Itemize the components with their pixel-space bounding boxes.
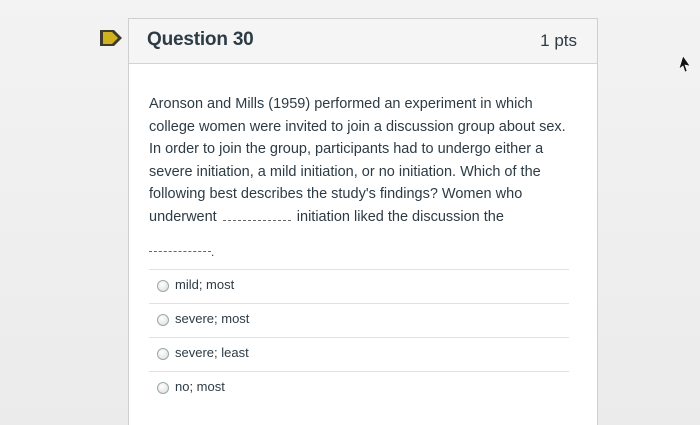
question-text-line: college women were invited to join a dis… xyxy=(149,118,566,135)
fill-blank xyxy=(149,251,211,252)
fill-blank xyxy=(222,208,291,221)
question-points: 1 pts xyxy=(540,31,577,50)
radio-button[interactable] xyxy=(157,348,169,360)
question-text: Aronson and Mills (1959) performed an ex… xyxy=(149,93,579,228)
answer-label[interactable]: no; most xyxy=(175,379,225,394)
flag-icon[interactable] xyxy=(100,30,122,46)
question-text-line: In order to join the group, participants… xyxy=(149,141,544,157)
mouse-cursor-icon xyxy=(678,56,690,72)
answer-option[interactable]: severe; least xyxy=(149,337,569,372)
question-text-line: Aronson and Mills (1959) performed an ex… xyxy=(149,96,533,112)
answer-option[interactable]: severe; most xyxy=(149,303,569,338)
answer-label[interactable]: severe; least xyxy=(175,345,249,360)
question-text-line: following best describes the study's fin… xyxy=(149,186,523,202)
question-text-line: underwent initiation liked the discussio… xyxy=(149,206,579,229)
answer-option[interactable]: no; most xyxy=(149,371,569,406)
radio-button[interactable] xyxy=(157,314,169,326)
trailing-punct: . xyxy=(211,245,215,259)
answer-label[interactable]: severe; most xyxy=(175,311,249,326)
question-text-line: severe initiation, a mild initiation, or… xyxy=(149,163,541,180)
question-text-fragment: underwent xyxy=(149,208,217,225)
question-card: Question 30 1 pts Aronson and Mills (195… xyxy=(128,18,598,425)
question-text-fragment: initiation liked the discussion the xyxy=(296,208,504,225)
radio-button[interactable] xyxy=(157,382,169,394)
radio-button[interactable] xyxy=(157,280,169,292)
question-title: Question 30 xyxy=(147,29,254,50)
page: Question 30 1 pts Aronson and Mills (195… xyxy=(0,0,700,425)
answer-label[interactable]: mild; most xyxy=(175,277,234,292)
question-header: Question 30 1 pts xyxy=(129,19,597,64)
answer-option[interactable]: mild; most xyxy=(149,269,569,304)
